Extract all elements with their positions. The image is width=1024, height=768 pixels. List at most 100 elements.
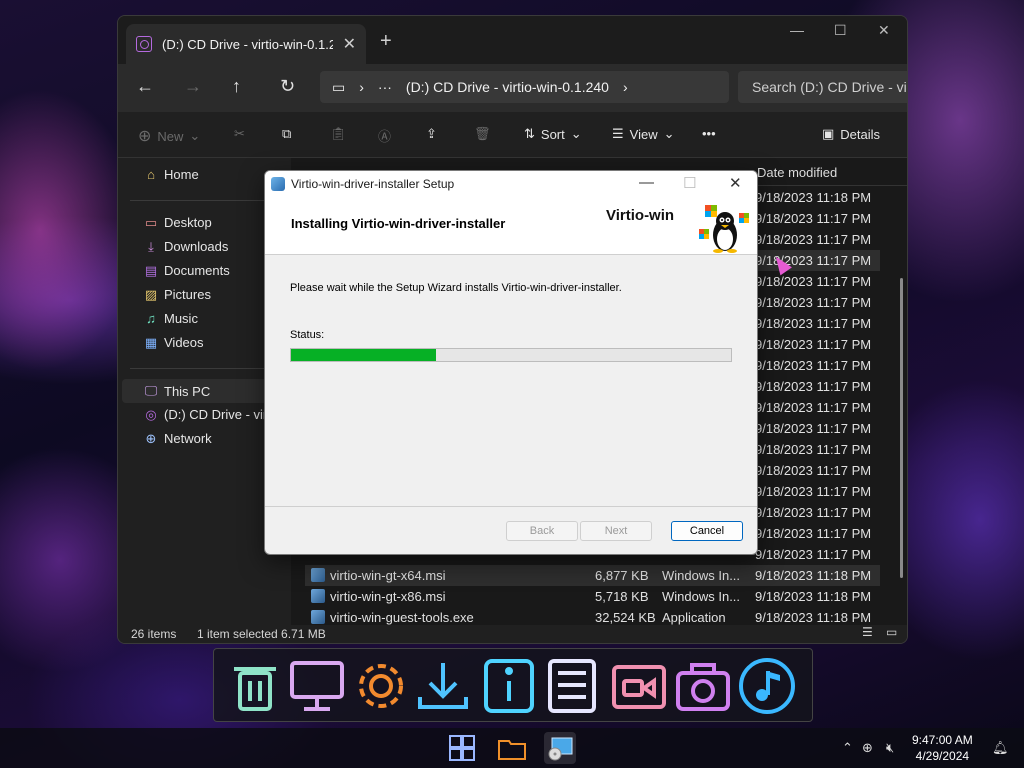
app-dock bbox=[213, 648, 813, 722]
new-button[interactable]: ⊕ New ⌄ bbox=[138, 126, 200, 146]
delete-icon[interactable]: 🗑︎ bbox=[474, 126, 491, 142]
sort-button[interactable]: ⇅ Sort ⌄ bbox=[524, 126, 582, 142]
clock[interactable]: 9:47:00 AM 4/29/2024 bbox=[912, 732, 973, 764]
see-more-button[interactable]: ••• bbox=[702, 126, 716, 141]
status-bar: 26 items 1 item selected 6.71 MB ☰ ▭ bbox=[118, 625, 907, 643]
date-modified-cell: 9/18/2023 11:17 PM bbox=[755, 400, 872, 415]
minimize-icon[interactable]: — bbox=[790, 22, 804, 38]
sidebar-item-downloads[interactable]: ⤓ Downloads bbox=[144, 239, 228, 254]
cut-icon[interactable]: ✂ bbox=[234, 126, 245, 142]
setup-installer-icon[interactable] bbox=[544, 732, 576, 764]
ellipsis-icon[interactable]: ··· bbox=[378, 79, 392, 95]
network-globe-icon[interactable]: ⊕ bbox=[862, 740, 873, 756]
share-icon[interactable]: ⇪ bbox=[426, 126, 437, 142]
details-label: Details bbox=[840, 126, 881, 142]
sidebar-item-cd-drive[interactable]: ◎ (D:) CD Drive - vir bbox=[144, 407, 267, 422]
paste-icon[interactable]: 📋︎ bbox=[330, 126, 347, 142]
chevron-up-icon[interactable]: ⌃ bbox=[842, 740, 853, 756]
volume-muted-icon[interactable]: 🔇︎ bbox=[886, 740, 894, 756]
video-camera-icon[interactable] bbox=[610, 657, 668, 715]
up-arrow-icon[interactable]: ↑ bbox=[232, 76, 241, 97]
date-modified-cell: 9/18/2023 11:17 PM bbox=[755, 316, 872, 331]
sidebar-item-home[interactable]: ⌂ Home bbox=[144, 167, 199, 182]
trash-icon[interactable] bbox=[226, 657, 284, 715]
start-icon[interactable] bbox=[446, 732, 478, 764]
date-modified-cell: 9/18/2023 11:17 PM bbox=[755, 442, 872, 457]
sidebar-label: This PC bbox=[164, 383, 211, 399]
tab-cd-drive[interactable]: (D:) CD Drive - virtio-win-0.1.2 ✕ bbox=[126, 24, 366, 64]
download-icon[interactable] bbox=[414, 657, 472, 715]
installer-icon bbox=[271, 177, 285, 191]
items-count: 26 items bbox=[131, 627, 177, 641]
sidebar-label: (D:) CD Drive - vir bbox=[164, 407, 268, 422]
back-button[interactable]: Back bbox=[506, 521, 578, 541]
search-input[interactable]: Search (D:) CD Drive - virt bbox=[738, 71, 907, 103]
sidebar-item-music[interactable]: ♫ Music bbox=[144, 311, 198, 326]
camera-icon[interactable] bbox=[674, 657, 732, 715]
view-button[interactable]: ☰ View ⌄ bbox=[612, 126, 675, 142]
refresh-icon[interactable]: ↻ bbox=[280, 76, 295, 97]
file-type-cell: Windows In... bbox=[662, 589, 741, 604]
date-modified-cell: 9/18/2023 11:17 PM bbox=[755, 379, 872, 394]
maximize-icon[interactable]: ☐ bbox=[683, 174, 696, 192]
command-bar: ⊕ New ⌄ ✂ ⧉ 📋︎ Ⓐ ⇪ 🗑︎ ⇅ Sort ⌄ ☰ View ⌄ … bbox=[118, 112, 907, 158]
date-modified-cell: 9/18/2023 11:17 PM bbox=[755, 526, 872, 541]
cd-drive-icon bbox=[136, 36, 152, 52]
sidebar-label: Music bbox=[164, 311, 198, 326]
list-document-icon[interactable] bbox=[544, 657, 602, 715]
minimize-icon[interactable]: — bbox=[639, 174, 654, 191]
maximize-icon[interactable]: ☐ bbox=[834, 22, 847, 39]
table-row[interactable]: virtio-win-gt-x64.msi 6,877 KB Windows In.… bbox=[305, 565, 880, 586]
setup-dialog: Virtio-win-driver-installer Setup — ☐ ✕ … bbox=[264, 170, 758, 555]
chevron-down-icon: ⌄ bbox=[189, 128, 201, 143]
dialog-title: Virtio-win-driver-installer Setup bbox=[291, 177, 455, 191]
tiles-view-icon[interactable]: ▭ bbox=[886, 625, 897, 639]
cd-drive-icon: ◎ bbox=[145, 406, 157, 422]
sidebar-item-desktop[interactable]: ▭ Desktop bbox=[144, 215, 212, 230]
column-date-modified[interactable]: Date modified bbox=[757, 165, 837, 180]
close-tab-icon[interactable]: ✕ bbox=[343, 34, 356, 54]
view-label: View bbox=[629, 126, 658, 142]
file-explorer-icon[interactable] bbox=[496, 732, 528, 764]
sidebar-item-network[interactable]: ⊕ Network bbox=[144, 431, 212, 446]
sort-label: Sort bbox=[540, 126, 565, 142]
details-pane-icon: ▣ bbox=[822, 126, 835, 141]
sidebar-item-videos[interactable]: ▦ Videos bbox=[144, 335, 204, 350]
info-icon[interactable] bbox=[480, 657, 538, 715]
file-type-cell: Windows In... bbox=[662, 568, 741, 583]
file-size-cell: 5,718 KB bbox=[595, 589, 649, 604]
details-pane-button[interactable]: ▣ Details bbox=[822, 126, 880, 142]
settings-gear-icon[interactable] bbox=[352, 657, 410, 715]
sidebar-label: Home bbox=[164, 167, 199, 182]
file-name-cell: virtio-win-guest-tools.exe bbox=[330, 610, 474, 625]
sidebar-item-documents[interactable]: ▤ Documents bbox=[144, 263, 230, 278]
close-window-icon[interactable]: ✕ bbox=[878, 22, 890, 39]
address-bar[interactable]: ▭ › ··· (D:) CD Drive - virtio-win-0.1.2… bbox=[320, 71, 729, 103]
dialog-titlebar: Virtio-win-driver-installer Setup — ☐ ✕ bbox=[265, 171, 757, 197]
next-button[interactable]: Next bbox=[580, 521, 652, 541]
file-size-cell: 32,524 KB bbox=[595, 610, 656, 625]
sidebar-divider bbox=[130, 200, 280, 201]
rename-icon[interactable]: Ⓐ bbox=[378, 126, 391, 145]
back-arrow-icon[interactable]: ← bbox=[136, 76, 154, 97]
copy-icon[interactable]: ⧉ bbox=[282, 126, 291, 142]
file-name-cell: virtio-win-gt-x86.msi bbox=[330, 589, 446, 604]
monitor-icon[interactable] bbox=[288, 657, 346, 715]
clock-time: 9:47:00 AM bbox=[912, 733, 973, 747]
close-dialog-icon[interactable]: ✕ bbox=[729, 174, 742, 192]
forward-arrow-icon[interactable]: → bbox=[184, 76, 202, 97]
view-list-icon: ☰ bbox=[612, 126, 624, 141]
date-modified-cell: 9/18/2023 11:18 PM bbox=[755, 568, 872, 583]
date-modified-cell: 9/18/2023 11:17 PM bbox=[755, 484, 872, 499]
notification-bell-icon[interactable]: 🔔︎ bbox=[992, 740, 1009, 756]
new-tab-icon[interactable]: + bbox=[380, 30, 392, 53]
details-view-icon[interactable]: ☰ bbox=[862, 625, 873, 639]
chevron-right-icon[interactable]: › bbox=[623, 79, 628, 95]
chevron-down-icon: ⌄ bbox=[663, 126, 675, 141]
sidebar-item-pictures[interactable]: ▨ Pictures bbox=[144, 287, 211, 302]
selection-info: 1 item selected 6.71 MB bbox=[197, 627, 326, 641]
vertical-scrollbar[interactable] bbox=[900, 278, 903, 578]
cancel-button[interactable]: Cancel bbox=[671, 521, 743, 541]
table-row[interactable]: virtio-win-gt-x86.msi 5,718 KB Windows In.… bbox=[305, 586, 880, 607]
music-player-icon[interactable] bbox=[738, 657, 796, 715]
